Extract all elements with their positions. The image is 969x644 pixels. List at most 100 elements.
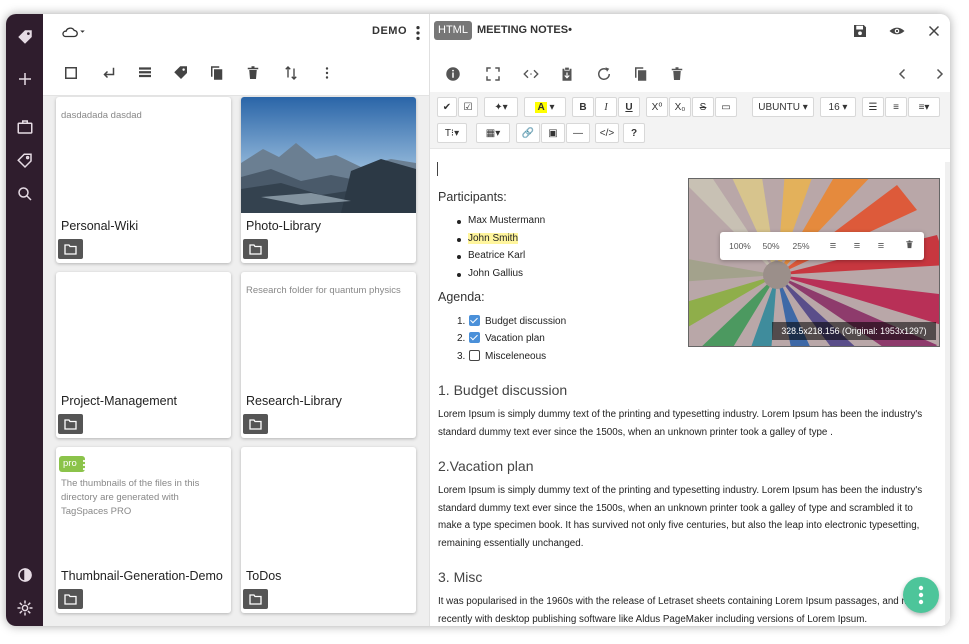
folder-tile[interactable]: ToDos	[241, 447, 416, 613]
highlighted-text: John Smith	[468, 233, 519, 244]
horizontal-rule-icon[interactable]: —	[566, 123, 590, 143]
text-color-icon[interactable]: A ▾	[524, 97, 566, 117]
clipboard-download-icon[interactable]	[555, 62, 579, 86]
align-icon[interactable]: ≡▾	[908, 97, 940, 117]
agenda-item: Budget discussion	[485, 316, 567, 327]
section-paragraph: Lorem Ipsum is simply dummy text of the …	[438, 409, 923, 438]
agenda-number: 2.	[457, 333, 466, 344]
formatting-toolbar: ✔ ☑ ✦▾ A ▾ B I U X⁰ X₀ S ▭ UBUNTU ▾ 16 ▾…	[430, 92, 950, 149]
select-all-checkbox-icon[interactable]	[59, 61, 83, 85]
close-icon[interactable]	[922, 19, 946, 43]
next-file-chevron-icon[interactable]	[927, 62, 950, 86]
folder-description: The thumbnails of the files in this dire…	[61, 478, 200, 517]
folder-thumbnail-mountains	[241, 97, 416, 213]
help-icon[interactable]: ?	[623, 123, 645, 143]
folder-icon	[243, 239, 268, 259]
folder-tile[interactable]: Photo-Library	[241, 97, 416, 263]
fullscreen-icon[interactable]	[481, 62, 505, 86]
section-heading: 1. Budget discussion	[438, 382, 568, 398]
unsaved-marker: •	[568, 24, 572, 36]
preview-eye-icon[interactable]	[885, 19, 909, 43]
info-icon[interactable]	[441, 62, 465, 86]
parent-folder-icon[interactable]	[97, 61, 121, 85]
delete-icon[interactable]	[241, 61, 265, 85]
folder-tile[interactable]: dasdadada dasdad Personal-Wiki	[56, 97, 231, 263]
heading-style-label: T⁝	[444, 127, 455, 139]
location-menu-icon[interactable]	[411, 21, 425, 45]
copy-icon[interactable]	[205, 61, 229, 85]
float-none-icon[interactable]: ≡	[872, 239, 890, 253]
magic-wand-icon[interactable]: ✦▾	[484, 97, 518, 117]
folder-panel-header: DEMO	[43, 14, 429, 51]
folder-grid: dasdadada dasdad Personal-Wiki Photo-Lib…	[43, 96, 429, 626]
view-list-icon[interactable]	[133, 61, 157, 85]
sort-icon[interactable]	[279, 61, 303, 85]
file-type-badge: HTML	[434, 21, 472, 40]
image-resize-popup: 100% 50% 25% ≡ ≡ ≡	[720, 232, 924, 260]
floating-action-button[interactable]	[903, 577, 939, 613]
tag-library-icon[interactable]	[12, 148, 38, 174]
subscript-icon[interactable]: X₀	[669, 97, 691, 117]
folder-icon	[58, 414, 83, 434]
underline-icon[interactable]: U	[618, 97, 640, 117]
agenda-checkbox[interactable]	[469, 315, 480, 326]
checkbox-icon[interactable]: ☑	[458, 97, 478, 117]
superscript-icon[interactable]: X⁰	[646, 97, 668, 117]
previous-file-chevron-icon[interactable]	[891, 62, 915, 86]
numbered-list-icon[interactable]: ≡	[885, 97, 907, 117]
copy-file-icon[interactable]	[629, 62, 653, 86]
folder-tile[interactable]: Research folder for quantum physics Rese…	[241, 272, 416, 438]
folder-tile[interactable]: pro The thumbnails of the files in this …	[56, 447, 231, 613]
checkmark-icon[interactable]: ✔	[437, 97, 457, 117]
bold-icon[interactable]: B	[572, 97, 594, 117]
link-icon[interactable]: 🔗	[516, 123, 540, 143]
font-family-value: UBUNTU	[758, 101, 800, 113]
remove-image-icon[interactable]	[900, 239, 918, 253]
reload-icon[interactable]	[592, 62, 616, 86]
code-view-icon[interactable]: </>	[595, 123, 619, 143]
agenda-checkbox[interactable]	[469, 332, 480, 343]
more-options-icon[interactable]	[315, 61, 339, 85]
bullet-list-icon[interactable]: ☰	[862, 97, 884, 117]
image-icon[interactable]: ▣	[541, 123, 565, 143]
save-icon[interactable]	[848, 19, 872, 43]
section-paragraph: It was popularised in the 1960s with the…	[438, 596, 924, 625]
float-right-icon[interactable]: ≡	[848, 239, 866, 253]
settings-gear-icon[interactable]	[12, 595, 38, 621]
strikethrough-icon[interactable]: S	[692, 97, 714, 117]
italic-icon[interactable]: I	[595, 97, 617, 117]
resize-25-button[interactable]: 25%	[788, 239, 814, 253]
section-heading: 3. Misc	[438, 569, 483, 585]
resize-100-button[interactable]: 100%	[726, 239, 754, 253]
editor-scrollbar[interactable]	[945, 162, 950, 626]
resize-50-button[interactable]: 50%	[758, 239, 784, 253]
folder-title: Photo-Library	[246, 219, 322, 233]
clear-format-icon[interactable]: ▭	[715, 97, 737, 117]
folder-title: Research-Library	[246, 394, 342, 408]
font-family-select[interactable]: UBUNTU ▾	[752, 97, 814, 117]
theme-toggle-icon[interactable]	[12, 562, 38, 588]
folder-description: dasdadada dasdad	[61, 110, 142, 121]
open-natively-icon[interactable]	[519, 62, 543, 86]
pro-badge[interactable]: pro	[59, 456, 85, 472]
agenda-checkbox[interactable]	[469, 350, 480, 361]
table-icon[interactable]: ▦▾	[476, 123, 510, 143]
fab-more-icon	[918, 585, 924, 605]
tag-logo-icon[interactable]	[12, 24, 38, 50]
tag-icon[interactable]	[169, 61, 193, 85]
cloud-location-icon[interactable]	[55, 20, 95, 44]
folder-tile[interactable]: Project-Management	[56, 272, 231, 438]
folder-icon	[58, 589, 83, 609]
location-name[interactable]: DEMO	[372, 25, 407, 37]
heading-style-button[interactable]: T⁝ ▾	[437, 123, 467, 143]
list-item: Beatrice Karl	[456, 250, 526, 261]
folder-title: ToDos	[246, 569, 282, 583]
float-left-icon[interactable]: ≡	[824, 239, 842, 253]
app-window: DEMO dasdadada dasdad Personal-Wiki Phot…	[6, 14, 950, 626]
pro-badge-menu-icon[interactable]	[82, 458, 86, 471]
locations-icon[interactable]	[12, 114, 38, 140]
add-icon[interactable]	[12, 66, 38, 92]
font-size-select[interactable]: 16 ▾	[820, 97, 856, 117]
search-icon[interactable]	[12, 181, 38, 207]
delete-file-icon[interactable]	[665, 62, 689, 86]
